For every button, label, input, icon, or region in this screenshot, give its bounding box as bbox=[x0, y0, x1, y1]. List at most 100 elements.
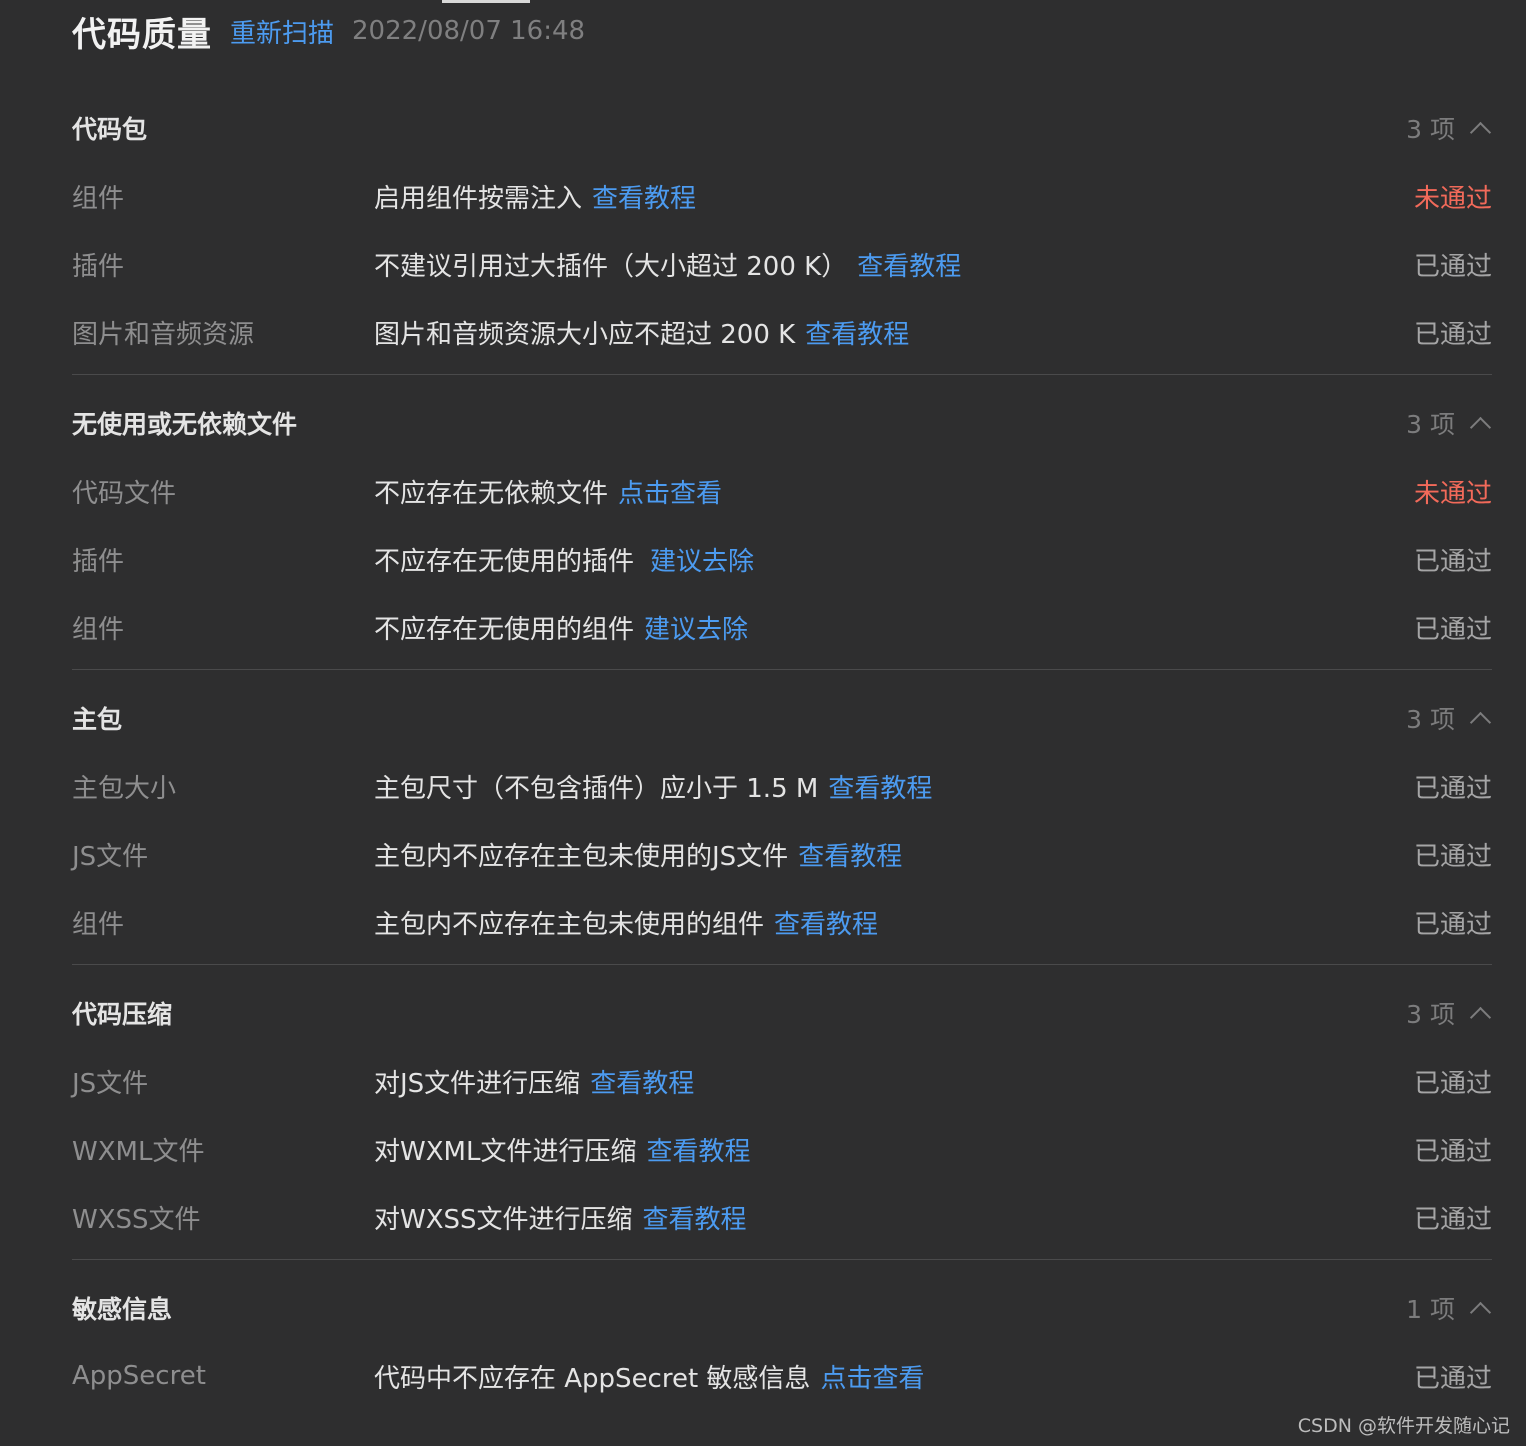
check-description: 不应存在无使用的插件 建议去除 bbox=[374, 541, 1414, 578]
check-description: 不建议引用过大插件（大小超过 200 K） 查看教程 bbox=[374, 246, 1414, 283]
tutorial-link[interactable]: 查看教程 bbox=[774, 910, 878, 940]
section-count-label: 3 项 bbox=[1406, 115, 1455, 144]
section-count[interactable]: 1 项 bbox=[1406, 1290, 1492, 1326]
tutorial-link[interactable]: 查看教程 bbox=[643, 1205, 747, 1235]
status-failed: 未通过 bbox=[1413, 478, 1492, 509]
section-code-minify: 代码压缩 3 项 JS文件 对JS文件进行压缩 查看教程 已通过 WXML文件 对… bbox=[72, 979, 1492, 1260]
check-description-text: 启用组件按需注入 bbox=[374, 183, 583, 214]
quality-check-list: 代码包 3 项 组件 启用组件按需注入 查看教程 未通过 插件 不建议引用过大插件… bbox=[72, 94, 1492, 1418]
status-passed: 已通过 bbox=[1413, 1204, 1492, 1235]
check-description: 不应存在无依赖文件 点击查看 bbox=[374, 473, 1414, 510]
view-link[interactable]: 点击查看 bbox=[820, 1364, 924, 1394]
chevron-up-icon[interactable] bbox=[1469, 1301, 1492, 1323]
suggest-remove-link[interactable]: 建议去除 bbox=[650, 547, 754, 577]
tutorial-link[interactable]: 查看教程 bbox=[805, 320, 909, 350]
section-title: 代码包 bbox=[72, 115, 148, 144]
check-description-text: 对WXSS文件进行压缩 bbox=[374, 1204, 633, 1235]
chevron-up-icon[interactable] bbox=[1469, 711, 1492, 733]
check-description: 启用组件按需注入 查看教程 bbox=[374, 178, 1414, 215]
status-passed: 已通过 bbox=[1413, 1136, 1492, 1167]
section-count-label: 3 项 bbox=[1406, 1000, 1455, 1029]
scan-timestamp: 2022/08/07 16:48 bbox=[352, 16, 586, 46]
check-name: 插件 bbox=[72, 546, 125, 577]
section-header[interactable]: 敏感信息 1 项 bbox=[72, 1274, 1492, 1342]
rescan-link[interactable]: 重新扫描 bbox=[230, 13, 334, 50]
status-passed: 已通过 bbox=[1413, 319, 1492, 350]
tutorial-link[interactable]: 查看教程 bbox=[646, 1137, 750, 1167]
section-count[interactable]: 3 项 bbox=[1406, 700, 1492, 736]
status-passed: 已通过 bbox=[1413, 909, 1492, 940]
section-header[interactable]: 无使用或无依赖文件 3 项 bbox=[72, 389, 1492, 457]
status-passed: 已通过 bbox=[1413, 251, 1492, 282]
check-name: WXML文件 bbox=[72, 1136, 205, 1167]
status-passed: 已通过 bbox=[1413, 1068, 1492, 1099]
check-row: AppSecret 代码中不应存在 AppSecret 敏感信息 点击查看 已通过 bbox=[72, 1342, 1492, 1410]
check-row: JS文件 主包内不应存在主包未使用的JS文件 查看教程 已通过 bbox=[72, 820, 1492, 888]
check-description: 主包内不应存在主包未使用的JS文件 查看教程 bbox=[374, 836, 1414, 873]
check-description: 不应存在无使用的组件 建议去除 bbox=[374, 609, 1414, 646]
tutorial-link[interactable]: 查看教程 bbox=[828, 774, 932, 804]
check-name: 主包大小 bbox=[72, 773, 177, 804]
check-row: WXSS文件 对WXSS文件进行压缩 查看教程 已通过 bbox=[72, 1183, 1492, 1251]
check-description-text: 不应存在无使用的组件 bbox=[374, 614, 635, 645]
check-description: 代码中不应存在 AppSecret 敏感信息 点击查看 bbox=[374, 1358, 1414, 1395]
status-passed: 已通过 bbox=[1413, 1363, 1492, 1394]
check-description-text: 主包内不应存在主包未使用的组件 bbox=[374, 909, 765, 940]
section-count[interactable]: 3 项 bbox=[1406, 110, 1492, 146]
check-description-text: 不应存在无依赖文件 bbox=[374, 478, 609, 509]
chevron-up-icon[interactable] bbox=[1469, 416, 1492, 438]
section-header[interactable]: 主包 3 项 bbox=[72, 684, 1492, 752]
check-row: 代码文件 不应存在无依赖文件 点击查看 未通过 bbox=[72, 457, 1492, 525]
status-passed: 已通过 bbox=[1413, 546, 1492, 577]
page-title: 代码质量 bbox=[72, 14, 212, 55]
check-row: 图片和音频资源 图片和音频资源大小应不超过 200 K 查看教程 已通过 bbox=[72, 298, 1492, 366]
check-name: 组件 bbox=[72, 909, 125, 940]
section-code-package: 代码包 3 项 组件 启用组件按需注入 查看教程 未通过 插件 不建议引用过大插件… bbox=[72, 94, 1492, 375]
section-count-label: 3 项 bbox=[1406, 705, 1455, 734]
check-name: 组件 bbox=[72, 183, 125, 214]
section-header[interactable]: 代码包 3 项 bbox=[72, 94, 1492, 162]
check-description-text: 对WXML文件进行压缩 bbox=[374, 1136, 637, 1167]
check-row: JS文件 对JS文件进行压缩 查看教程 已通过 bbox=[72, 1047, 1492, 1115]
check-row: WXML文件 对WXML文件进行压缩 查看教程 已通过 bbox=[72, 1115, 1492, 1183]
status-passed: 已通过 bbox=[1413, 773, 1492, 804]
view-link[interactable]: 点击查看 bbox=[618, 479, 722, 509]
check-row: 插件 不建议引用过大插件（大小超过 200 K） 查看教程 已通过 bbox=[72, 230, 1492, 298]
check-name: AppSecret bbox=[72, 1361, 206, 1391]
section-main-package: 主包 3 项 主包大小 主包尺寸（不包含插件）应小于 1.5 M 查看教程 已通过… bbox=[72, 684, 1492, 965]
section-count-label: 1 项 bbox=[1406, 1295, 1455, 1324]
check-description: 图片和音频资源大小应不超过 200 K 查看教程 bbox=[374, 314, 1414, 351]
section-count[interactable]: 3 项 bbox=[1406, 405, 1492, 441]
check-name: JS文件 bbox=[72, 841, 149, 872]
check-row: 主包大小 主包尺寸（不包含插件）应小于 1.5 M 查看教程 已通过 bbox=[72, 752, 1492, 820]
section-sensitive-info: 敏感信息 1 项 AppSecret 代码中不应存在 AppSecret 敏感信… bbox=[72, 1274, 1492, 1418]
section-title: 敏感信息 bbox=[72, 1295, 173, 1324]
status-passed: 已通过 bbox=[1413, 841, 1492, 872]
check-row: 组件 主包内不应存在主包未使用的组件 查看教程 已通过 bbox=[72, 888, 1492, 956]
check-description: 主包尺寸（不包含插件）应小于 1.5 M 查看教程 bbox=[374, 768, 1414, 805]
check-description-text: 不建议引用过大插件（大小超过 200 K） bbox=[374, 251, 848, 282]
section-count[interactable]: 3 项 bbox=[1406, 995, 1492, 1031]
check-description-text: 图片和音频资源大小应不超过 200 K bbox=[374, 319, 796, 350]
chevron-up-icon[interactable] bbox=[1469, 121, 1492, 143]
check-name: 代码文件 bbox=[72, 478, 177, 509]
check-description-text: 不应存在无使用的插件 bbox=[374, 546, 635, 577]
section-title: 无使用或无依赖文件 bbox=[72, 410, 298, 439]
page-header: 代码质量 重新扫描 2022/08/07 16:48 bbox=[72, 6, 585, 56]
check-description-text: 对JS文件进行压缩 bbox=[374, 1068, 581, 1099]
check-description-text: 主包尺寸（不包含插件）应小于 1.5 M bbox=[374, 773, 819, 804]
tutorial-link[interactable]: 查看教程 bbox=[592, 184, 696, 214]
tutorial-link[interactable]: 查看教程 bbox=[798, 842, 902, 872]
suggest-remove-link[interactable]: 建议去除 bbox=[644, 615, 748, 645]
status-passed: 已通过 bbox=[1413, 614, 1492, 645]
section-header[interactable]: 代码压缩 3 项 bbox=[72, 979, 1492, 1047]
chevron-up-icon[interactable] bbox=[1469, 1006, 1492, 1028]
section-title: 主包 bbox=[72, 705, 123, 734]
tutorial-link[interactable]: 查看教程 bbox=[857, 252, 961, 282]
section-title: 代码压缩 bbox=[72, 1000, 173, 1029]
tutorial-link[interactable]: 查看教程 bbox=[590, 1069, 694, 1099]
check-name: 图片和音频资源 bbox=[72, 319, 255, 350]
check-description-text: 主包内不应存在主包未使用的JS文件 bbox=[374, 841, 789, 872]
check-name: 插件 bbox=[72, 251, 125, 282]
check-name: WXSS文件 bbox=[72, 1204, 201, 1235]
